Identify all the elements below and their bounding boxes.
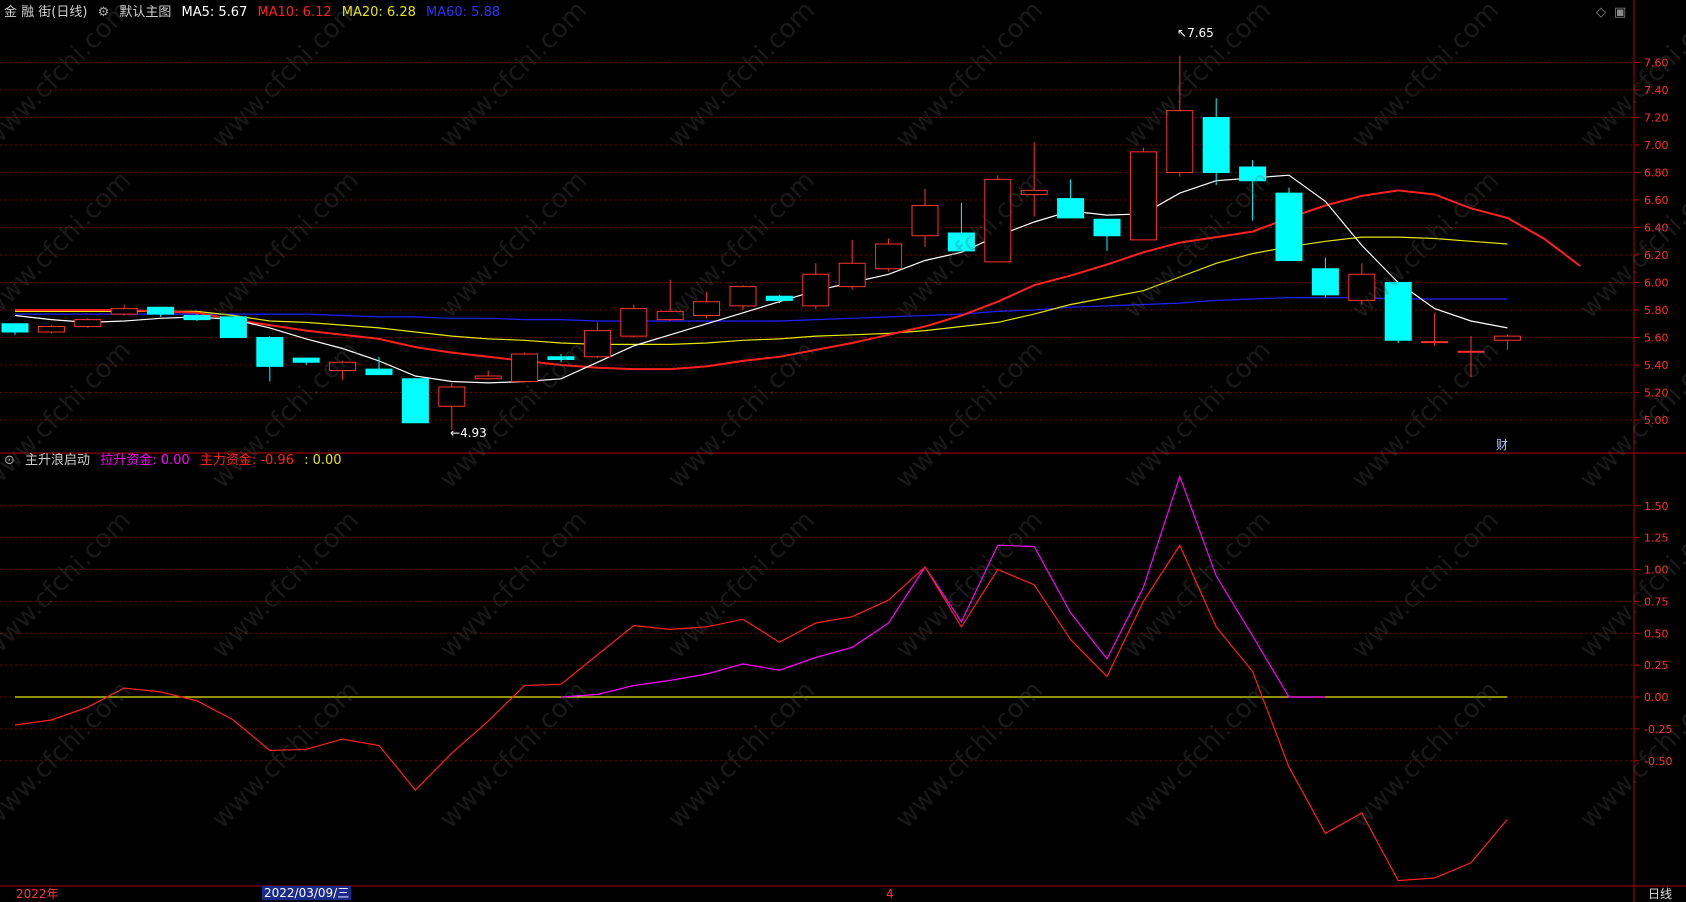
price-tick-label: 5.00 [1644,414,1669,427]
osc-tick-label: 1.00 [1644,564,1669,577]
extra-label: : 0.00 [304,453,342,468]
price-tick-label: 5.20 [1644,387,1669,400]
candle-body [765,295,793,301]
candle-body [183,315,211,321]
candle-body [875,243,903,270]
candle-body [620,308,648,337]
indicator-name[interactable]: 默认主图 [119,5,171,20]
candle-body [1020,189,1048,195]
low-annotation: ←4.93 [450,426,487,440]
candle-body [984,178,1012,263]
candle-body [1093,218,1121,237]
candle-body [911,205,939,237]
month-label: 4 [886,887,894,901]
high-annotation: ↖7.65 [1177,26,1214,40]
candle-body [802,273,830,307]
zlz-label: 主力资金: -0.96 [199,453,294,468]
candle-body [147,306,175,315]
panel-toggle-icon[interactable]: ▣ [1614,5,1626,21]
price-tick-label: 5.40 [1644,359,1669,372]
candle-body [74,319,102,327]
candle-body [474,375,502,380]
candle-body [511,353,539,382]
price-tick-label: 6.60 [1644,194,1669,207]
osc-tick-label: -0.25 [1644,723,1672,736]
candle-body [438,386,466,407]
main-header: 金 融 街(日线) ⚙ 默认主图 MA5: 5.67 MA10: 6.12 MA… [4,5,506,21]
high-value: 7.65 [1187,26,1214,40]
candle-body [1129,151,1157,241]
candle-body [1457,350,1485,353]
osc-tick-label: 1.25 [1644,532,1669,545]
stock-title[interactable]: 金 融 街(日线) [4,5,87,20]
period-button[interactable]: 日线 [1648,887,1672,901]
candle-body [547,356,575,360]
candle-body [1,323,29,333]
year-label: 2022年 [16,887,59,901]
price-tick-label: 7.60 [1644,57,1669,70]
candle-body [1166,110,1194,173]
cursor-date: 2022/03/09/三 [262,886,352,900]
finance-badge[interactable]: 财 [1496,437,1508,453]
lsz-label: 拉升资金: 0.00 [100,453,190,468]
zlz-line [14,544,1508,882]
price-tick-label: 5.80 [1644,304,1669,317]
candle-body [583,330,611,358]
candle-body [693,301,721,316]
candle-body [656,310,684,321]
candle-body [729,286,757,307]
candle-body [256,337,284,367]
osc-tick-label: 1.50 [1644,500,1669,513]
low-value: 4.93 [460,426,487,440]
ma60-label: MA60: 5.88 [426,5,501,20]
candle-body [37,326,65,333]
candle-body [1275,192,1303,261]
price-tick-label: 5.60 [1644,332,1669,345]
sub-header: ⊙ 主升浪启动 拉升资金: 0.00 主力资金: -0.96 : 0.00 [4,453,348,469]
sub-indicator-name[interactable]: 主升浪启动 [25,453,90,468]
price-tick-label: 6.80 [1644,167,1669,180]
price-tick-label: 6.00 [1644,277,1669,290]
candle-body [1239,166,1267,182]
diamond-icon[interactable]: ◇ [1596,5,1606,21]
candle-body [947,232,975,252]
candle-body [292,357,320,363]
candle-body [219,316,247,338]
candle-body [1311,268,1339,296]
ma10-label: MA10: 6.12 [257,5,332,20]
candle-body [1348,273,1376,301]
settings-icon[interactable]: ⚙ [98,5,110,20]
kline-chart[interactable]: 7.60 7.40 7.20 7.00 6.80 6.60 6.40 6.20 6.00 5.80… [0,0,1686,902]
osc-tick-label: 0.00 [1644,691,1669,704]
ma5-label: MA5: 5.67 [181,5,248,20]
candle-body [365,368,393,376]
candle-body [838,262,866,288]
candle-body [1384,282,1412,341]
price-tick-label: 7.40 [1644,84,1669,97]
candle-body [110,308,138,315]
candle-body [1421,341,1449,344]
candle-body [1493,335,1521,341]
price-tick-label: 6.40 [1644,222,1669,235]
price-tick-label: 7.00 [1644,139,1669,152]
lsz-line [560,474,1326,698]
osc-tick-label: 0.50 [1644,627,1669,640]
osc-tick-label: 0.75 [1644,595,1669,608]
osc-tick-label: -0.50 [1644,755,1672,768]
ma20-label: MA20: 6.28 [341,5,416,20]
price-tick-label: 6.20 [1644,249,1669,262]
price-tick-label: 7.20 [1644,112,1669,125]
collapse-icon[interactable]: ⊙ [4,453,15,468]
candle-body [401,378,429,424]
osc-tick-label: 0.25 [1644,659,1669,672]
candle-body [1057,198,1085,219]
candle-body [329,361,357,371]
ma10-line [15,189,1581,371]
candle-body [1202,117,1230,173]
